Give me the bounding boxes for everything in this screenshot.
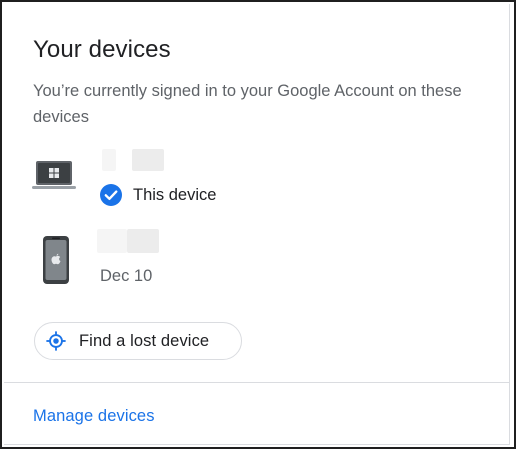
- card-subtitle: You’re currently signed in to your Googl…: [33, 82, 462, 126]
- check-circle-icon: [100, 184, 122, 206]
- your-devices-card: Your devices You’re currently signed in …: [4, 4, 510, 445]
- device-item-iphone[interactable]: Dec 10: [4, 226, 484, 296]
- manage-devices-link[interactable]: Manage devices: [33, 405, 155, 427]
- device-name-redacted: [97, 229, 127, 253]
- windows-laptop-icon: [32, 159, 76, 198]
- this-device-status: This device: [99, 183, 216, 207]
- devices-screenshot-frame: Your devices You’re currently signed in …: [0, 0, 516, 449]
- device-name-redacted: [102, 149, 116, 171]
- card-title: Your devices: [33, 36, 171, 63]
- device-name-redacted: [132, 149, 164, 171]
- location-target-icon: [46, 331, 66, 351]
- iphone-icon: [42, 235, 70, 290]
- device-name-redacted: [127, 229, 159, 253]
- card-divider: [4, 382, 510, 383]
- device-item-windows[interactable]: This device: [4, 144, 484, 214]
- device-last-seen-date: Dec 10: [100, 267, 153, 285]
- find-lost-device-button[interactable]: Find a lost device: [34, 322, 242, 360]
- this-device-label: This device: [133, 186, 217, 204]
- find-lost-device-label: Find a lost device: [79, 332, 210, 350]
